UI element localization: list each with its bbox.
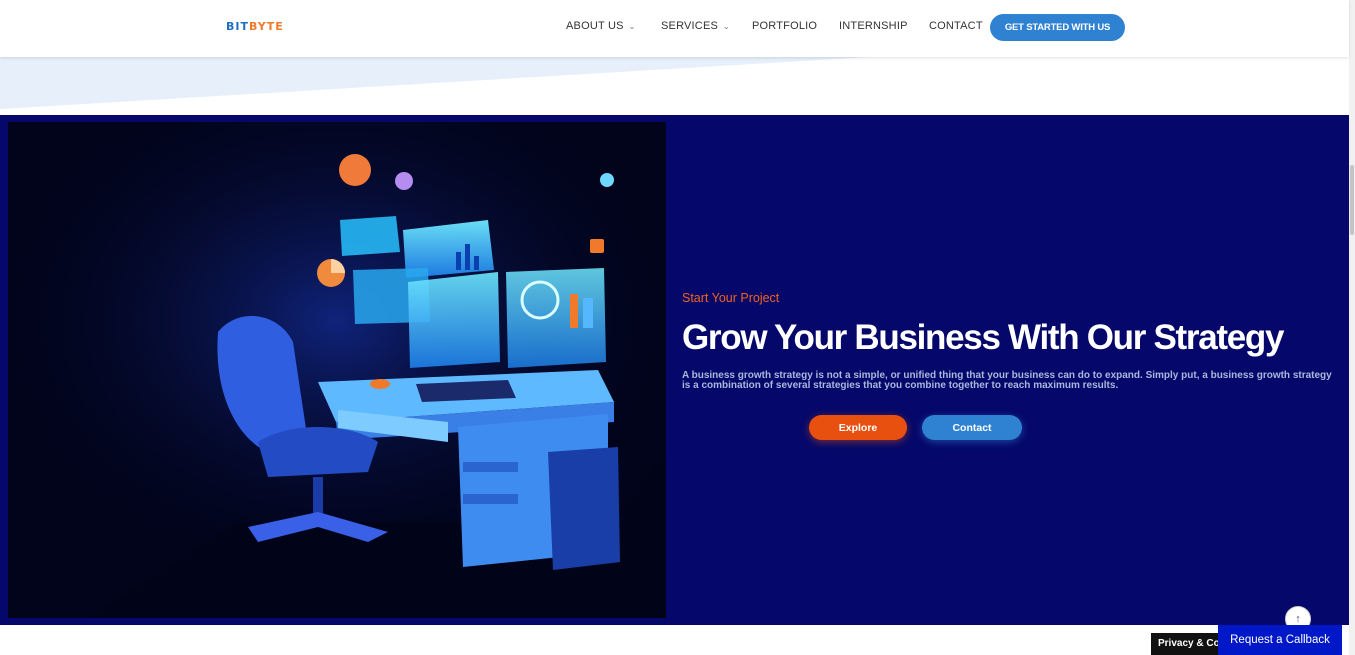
workstation-illustration xyxy=(8,122,666,618)
logo-text-bit: BIT xyxy=(226,20,249,33)
explore-button[interactable]: Explore xyxy=(809,415,907,440)
hero-description: A business growth strategy is not a simp… xyxy=(682,370,1332,391)
nav-about-us-label: ABOUT US xyxy=(566,20,624,32)
nav-services[interactable]: SERVICES ⌄ xyxy=(661,20,730,32)
logo-text-byte: BYTE xyxy=(248,20,284,33)
header-wedge-decoration xyxy=(0,57,1349,115)
page-scrollbar[interactable] xyxy=(1349,0,1355,655)
chevron-down-icon: ⌄ xyxy=(723,22,730,31)
nav-about-us[interactable]: ABOUT US ⌄ xyxy=(566,20,636,32)
chevron-down-icon: ⌄ xyxy=(628,22,636,31)
nav-portfolio[interactable]: PORTFOLIO xyxy=(752,20,817,32)
request-callback-button[interactable]: Request a Callback xyxy=(1218,625,1342,655)
scrollbar-thumb[interactable] xyxy=(1350,165,1354,235)
hero-subtitle: Start Your Project xyxy=(682,291,780,305)
nav-services-label: SERVICES xyxy=(661,20,719,32)
nav-contact[interactable]: CONTACT xyxy=(929,20,983,32)
hero-title: Grow Your Business With Our Strategy xyxy=(682,318,1284,357)
nav-internship[interactable]: INTERNSHIP xyxy=(839,20,908,32)
contact-button[interactable]: Contact xyxy=(922,415,1022,440)
arrow-up-icon: ↑ xyxy=(1295,613,1301,625)
get-started-button[interactable]: GET STARTED WITH US xyxy=(990,14,1125,41)
logo[interactable]: BITBYTE xyxy=(226,20,284,33)
hero-section: Start Your Project Grow Your Business Wi… xyxy=(0,115,1349,625)
site-header: BITBYTE ABOUT US ⌄ SERVICES ⌄ PORTFOLIO IN… xyxy=(0,0,1349,57)
